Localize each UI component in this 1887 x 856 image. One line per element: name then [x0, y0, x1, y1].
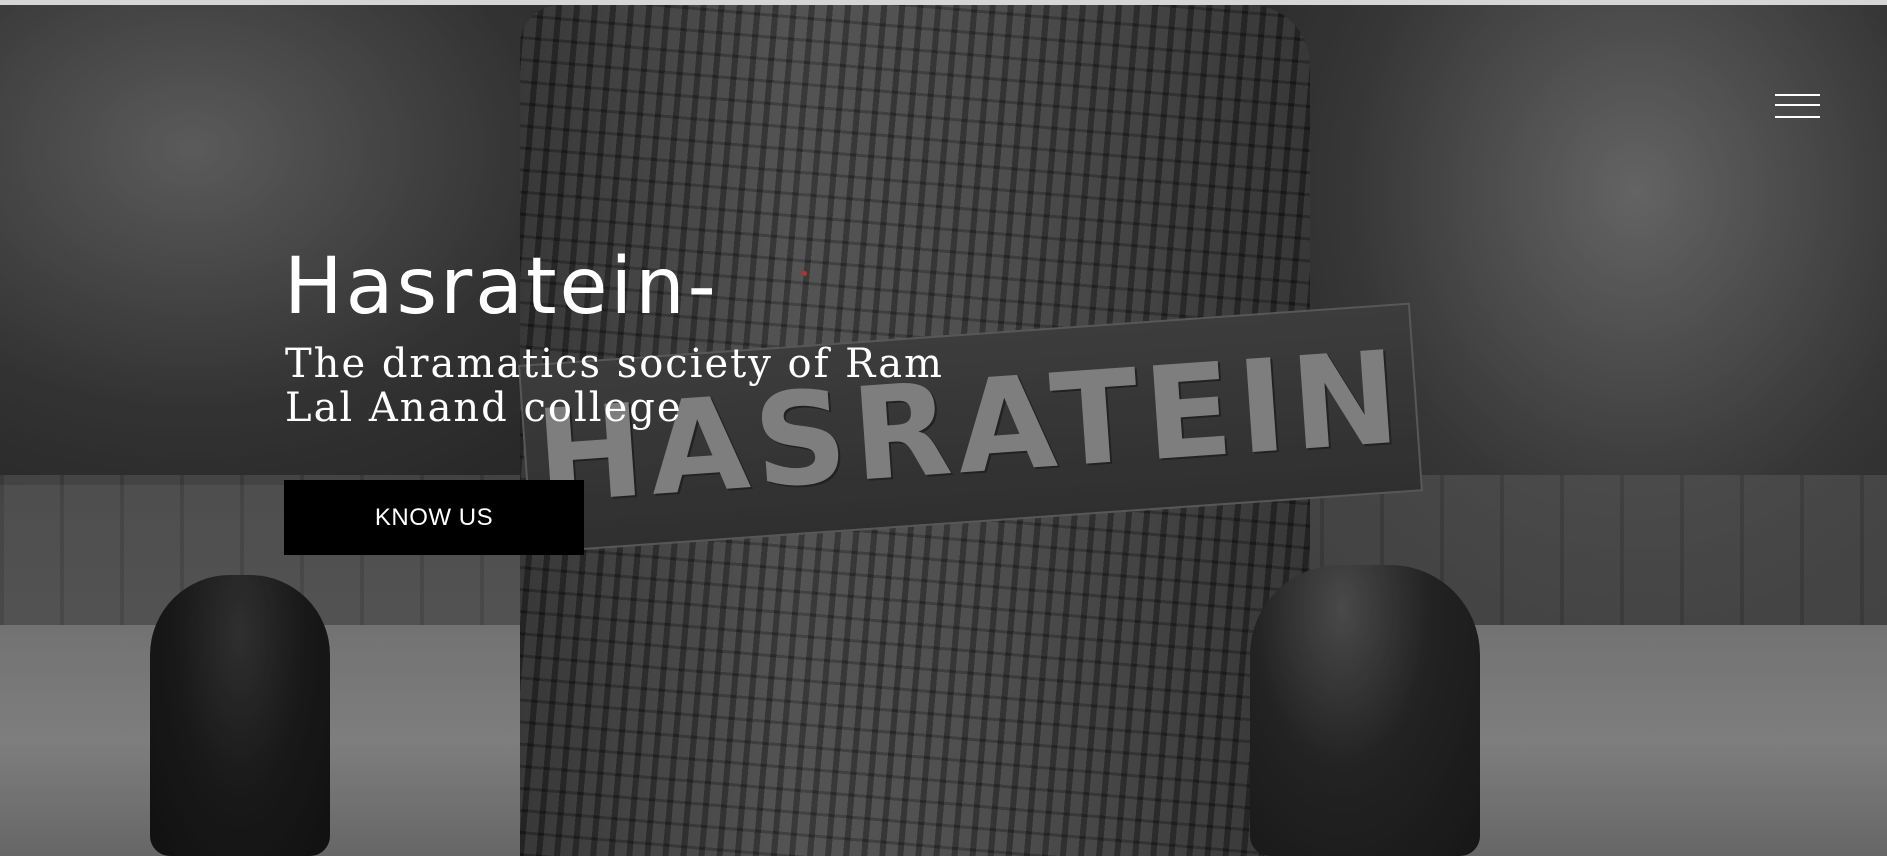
know-us-button[interactable]: KNOW US: [284, 480, 584, 555]
background-shade-overlay: [0, 5, 1887, 856]
hamburger-menu-icon[interactable]: [1775, 92, 1820, 122]
menu-line-middle: [1775, 104, 1820, 106]
red-dot-marker: [802, 271, 807, 276]
menu-line-bottom: [1775, 116, 1820, 118]
menu-line-top: [1775, 94, 1820, 96]
hero-section: HASRATEIN Hasratein- The dramatics socie…: [0, 5, 1887, 856]
hero-title: Hasratein-: [284, 242, 719, 332]
hero-subtitle: The dramatics society of Ram Lal Anand c…: [285, 341, 944, 431]
